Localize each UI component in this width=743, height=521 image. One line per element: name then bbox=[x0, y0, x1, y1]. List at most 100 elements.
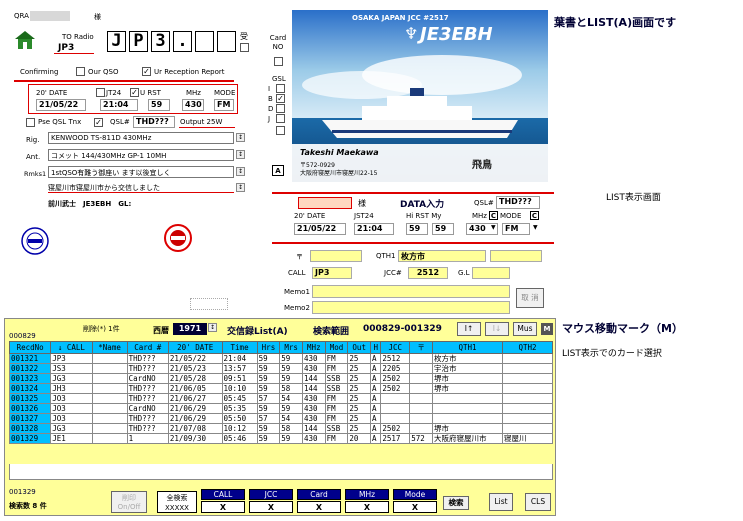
call-char-3[interactable]: 3 bbox=[151, 31, 170, 52]
gsl-i-checkbox[interactable] bbox=[276, 84, 285, 93]
our-qso-checkbox[interactable] bbox=[76, 67, 85, 76]
gsl-extra-checkbox[interactable] bbox=[276, 126, 285, 135]
u-checkbox[interactable] bbox=[130, 88, 139, 97]
col-mhz[interactable]: MHz bbox=[301, 341, 326, 354]
col-hrs[interactable]: Hrs bbox=[256, 341, 281, 354]
de-qsl-value[interactable]: THD??? bbox=[496, 196, 540, 209]
card-no-checkbox[interactable] bbox=[274, 57, 283, 66]
col-time[interactable]: Time bbox=[221, 341, 258, 354]
col-name[interactable]: *Name bbox=[91, 341, 128, 354]
de-rst-my[interactable]: 59 bbox=[432, 223, 454, 235]
rmks-spinner[interactable]: ↕ bbox=[236, 167, 245, 176]
table-row[interactable]: 001329 JE1 1 21/09/30 05:46 59 59 430 FM 20 A 2517 5… bbox=[8, 433, 553, 444]
call-char-6[interactable] bbox=[217, 31, 236, 52]
table-row[interactable]: 001322 JS3 THD??? 21/05/23 13:57 59 59 430 FM 25 A… bbox=[8, 363, 553, 374]
remark2-spinner[interactable]: ↕ bbox=[236, 183, 245, 192]
card-mhz[interactable]: 430 bbox=[182, 99, 204, 111]
a-box[interactable]: A bbox=[272, 165, 284, 176]
rig-field[interactable]: KENWOOD TS-811D 430MHz bbox=[48, 132, 234, 144]
delete-toggle-button[interactable]: 削印 On/Off bbox=[111, 491, 147, 513]
filter-card-label[interactable]: Card bbox=[297, 489, 341, 500]
col-call[interactable]: ↓ CALL bbox=[50, 341, 93, 354]
col-jcc[interactable]: JCC bbox=[380, 341, 411, 354]
ant-spinner[interactable]: ↕ bbox=[236, 150, 245, 159]
de-mode-dropdown-icon[interactable]: ▼ bbox=[533, 224, 538, 231]
filter-mhz-value[interactable]: X bbox=[345, 501, 389, 513]
down-button[interactable]: I↓ bbox=[485, 322, 509, 336]
rmks-field[interactable]: 1stQSO有難う御座い ます以後宜しく bbox=[48, 166, 234, 178]
card-mode[interactable]: FM bbox=[214, 99, 234, 111]
de-qth2-field[interactable] bbox=[490, 250, 542, 262]
m-button[interactable]: M bbox=[541, 323, 553, 335]
col-qth2[interactable]: QTH2 bbox=[502, 341, 553, 354]
ur-reception-checkbox[interactable] bbox=[142, 67, 151, 76]
col-qth1[interactable]: QTH1 bbox=[432, 341, 503, 354]
gsl-b-checkbox[interactable] bbox=[276, 94, 285, 103]
filter-mhz-label[interactable]: MHz bbox=[345, 489, 389, 500]
table-row[interactable]: 001323 JG3 CardNO 21/05/28 09:51 59 59 144 SSB 25… bbox=[8, 373, 553, 384]
filter-call-value[interactable]: X bbox=[201, 501, 245, 513]
pse-qsl-checkbox[interactable] bbox=[26, 118, 35, 127]
col-date[interactable]: 20' DATE bbox=[167, 341, 223, 354]
card-qsl-value[interactable]: THD??? bbox=[133, 116, 175, 128]
list-button[interactable]: List bbox=[489, 493, 513, 511]
card-rst[interactable]: 59 bbox=[148, 99, 170, 111]
filter-jcc-value[interactable]: X bbox=[249, 501, 293, 513]
de-memo2-field[interactable] bbox=[312, 301, 510, 314]
col-zip[interactable]: 〒 bbox=[409, 341, 433, 354]
cls-button[interactable]: CLS bbox=[525, 493, 551, 511]
de-time[interactable]: 21:04 bbox=[354, 223, 394, 235]
de-mode[interactable]: FM bbox=[502, 223, 530, 235]
table-row[interactable]: 001321 JP3 THD??? 21/05/22 21:04 59 59 430 FM 25 A… bbox=[8, 353, 553, 364]
filter-jcc-label[interactable]: JCC bbox=[249, 489, 293, 500]
de-qth-field[interactable]: 枚方市 bbox=[398, 250, 486, 262]
de-jcc-field[interactable]: 2512 bbox=[408, 267, 448, 279]
call-char-2[interactable]: P bbox=[129, 31, 148, 52]
jt24-checkbox[interactable] bbox=[96, 88, 105, 97]
call-char-5[interactable] bbox=[195, 31, 214, 52]
col-h[interactable]: H bbox=[370, 341, 382, 354]
table-row[interactable]: 001326 JO3 CardNO 21/06/29 05:35 59 59 430 FM 25 A bbox=[8, 403, 553, 414]
table-row[interactable]: 001327 JO3 THD??? 21/06/29 05:50 57 54 430 FM 25 A bbox=[8, 413, 553, 424]
col-mrs[interactable]: Mrs bbox=[279, 341, 303, 354]
gsl-d-checkbox[interactable] bbox=[276, 104, 285, 113]
table-row[interactable]: 001328 JG3 THD??? 21/07/08 10:12 59 58 144 SSB 25… bbox=[8, 423, 553, 434]
col-recdno[interactable]: RecdNo bbox=[8, 341, 52, 354]
delete-button[interactable]: 取 消 bbox=[516, 288, 544, 308]
de-c-box-2[interactable]: C bbox=[530, 211, 539, 220]
table-row[interactable]: 001324 JH3 THD??? 21/06/05 10:10 59 58 144 SSB 25… bbox=[8, 383, 553, 394]
uke-checkbox[interactable] bbox=[240, 43, 249, 52]
de-date[interactable]: 21/05/22 bbox=[294, 223, 346, 235]
de-mhz-dropdown-icon[interactable]: ▼ bbox=[491, 224, 496, 231]
filter-mode-value[interactable]: X bbox=[393, 501, 437, 513]
de-zip-field[interactable] bbox=[310, 250, 362, 262]
de-gl-field[interactable] bbox=[472, 267, 510, 279]
all-search-button[interactable]: 全検索 XXXXX bbox=[157, 491, 197, 513]
move-handle[interactable] bbox=[190, 298, 228, 310]
card-time[interactable]: 21:04 bbox=[100, 99, 138, 111]
de-c-box-1[interactable]: C bbox=[489, 211, 498, 220]
card-date[interactable]: 21/05/22 bbox=[36, 99, 86, 111]
up-button[interactable]: I↑ bbox=[457, 322, 481, 336]
mus-button[interactable]: Mus bbox=[513, 322, 537, 336]
table-row[interactable]: 001325 JO3 THD??? 21/06/27 05:45 57 54 430 FM 25 A bbox=[8, 393, 553, 404]
filter-call-label[interactable]: CALL bbox=[201, 489, 245, 500]
de-call-field[interactable]: JP3 bbox=[312, 267, 352, 279]
col-out[interactable]: Out bbox=[347, 341, 372, 354]
year-spinner[interactable]: ↕ bbox=[208, 323, 217, 332]
search-button[interactable]: 検索 bbox=[443, 496, 469, 510]
col-card[interactable]: Card # bbox=[126, 341, 169, 354]
de-rst[interactable]: 59 bbox=[406, 223, 428, 235]
call-char-4[interactable]: . bbox=[173, 31, 192, 52]
col-mod[interactable]: Mod bbox=[324, 341, 349, 354]
rig-spinner[interactable]: ↕ bbox=[236, 133, 245, 142]
call-char-1[interactable]: J bbox=[107, 31, 126, 52]
list-year[interactable]: 1971 bbox=[173, 323, 207, 335]
de-name-field[interactable] bbox=[298, 197, 352, 209]
filter-mode-label[interactable]: Mode bbox=[393, 489, 437, 500]
ant-field[interactable]: コメット 144/430MHz GP-1 10MH bbox=[48, 149, 234, 161]
de-memo1-field[interactable] bbox=[312, 285, 510, 298]
gsl-j-checkbox[interactable] bbox=[276, 114, 285, 123]
filter-card-value[interactable]: X bbox=[297, 501, 341, 513]
tnx-checkbox[interactable] bbox=[94, 118, 103, 127]
